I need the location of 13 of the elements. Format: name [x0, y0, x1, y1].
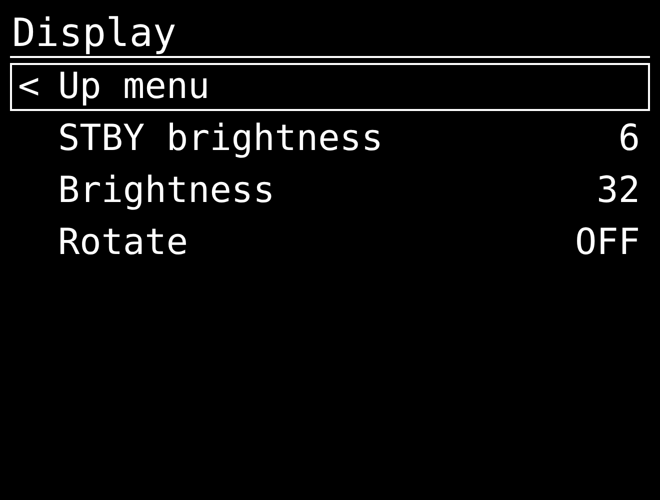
menu-label: STBY brightness — [58, 118, 384, 159]
menu-label: Rotate — [58, 222, 188, 263]
back-icon: < — [18, 66, 40, 107]
menu-item[interactable]: < Up menu — [10, 63, 650, 111]
screen-title: Display — [12, 11, 176, 56]
setting-value: 6 — [618, 121, 640, 157]
menu-label: Up menu — [58, 66, 210, 107]
menu-item[interactable]: Brightness 32 — [10, 167, 650, 215]
setting-value: OFF — [574, 225, 640, 261]
setting-value: 32 — [596, 173, 640, 209]
menu-label: Brightness — [58, 170, 275, 211]
menu-item[interactable]: STBY brightness 6 — [10, 115, 650, 163]
menu-item[interactable]: Rotate OFF — [10, 219, 650, 267]
